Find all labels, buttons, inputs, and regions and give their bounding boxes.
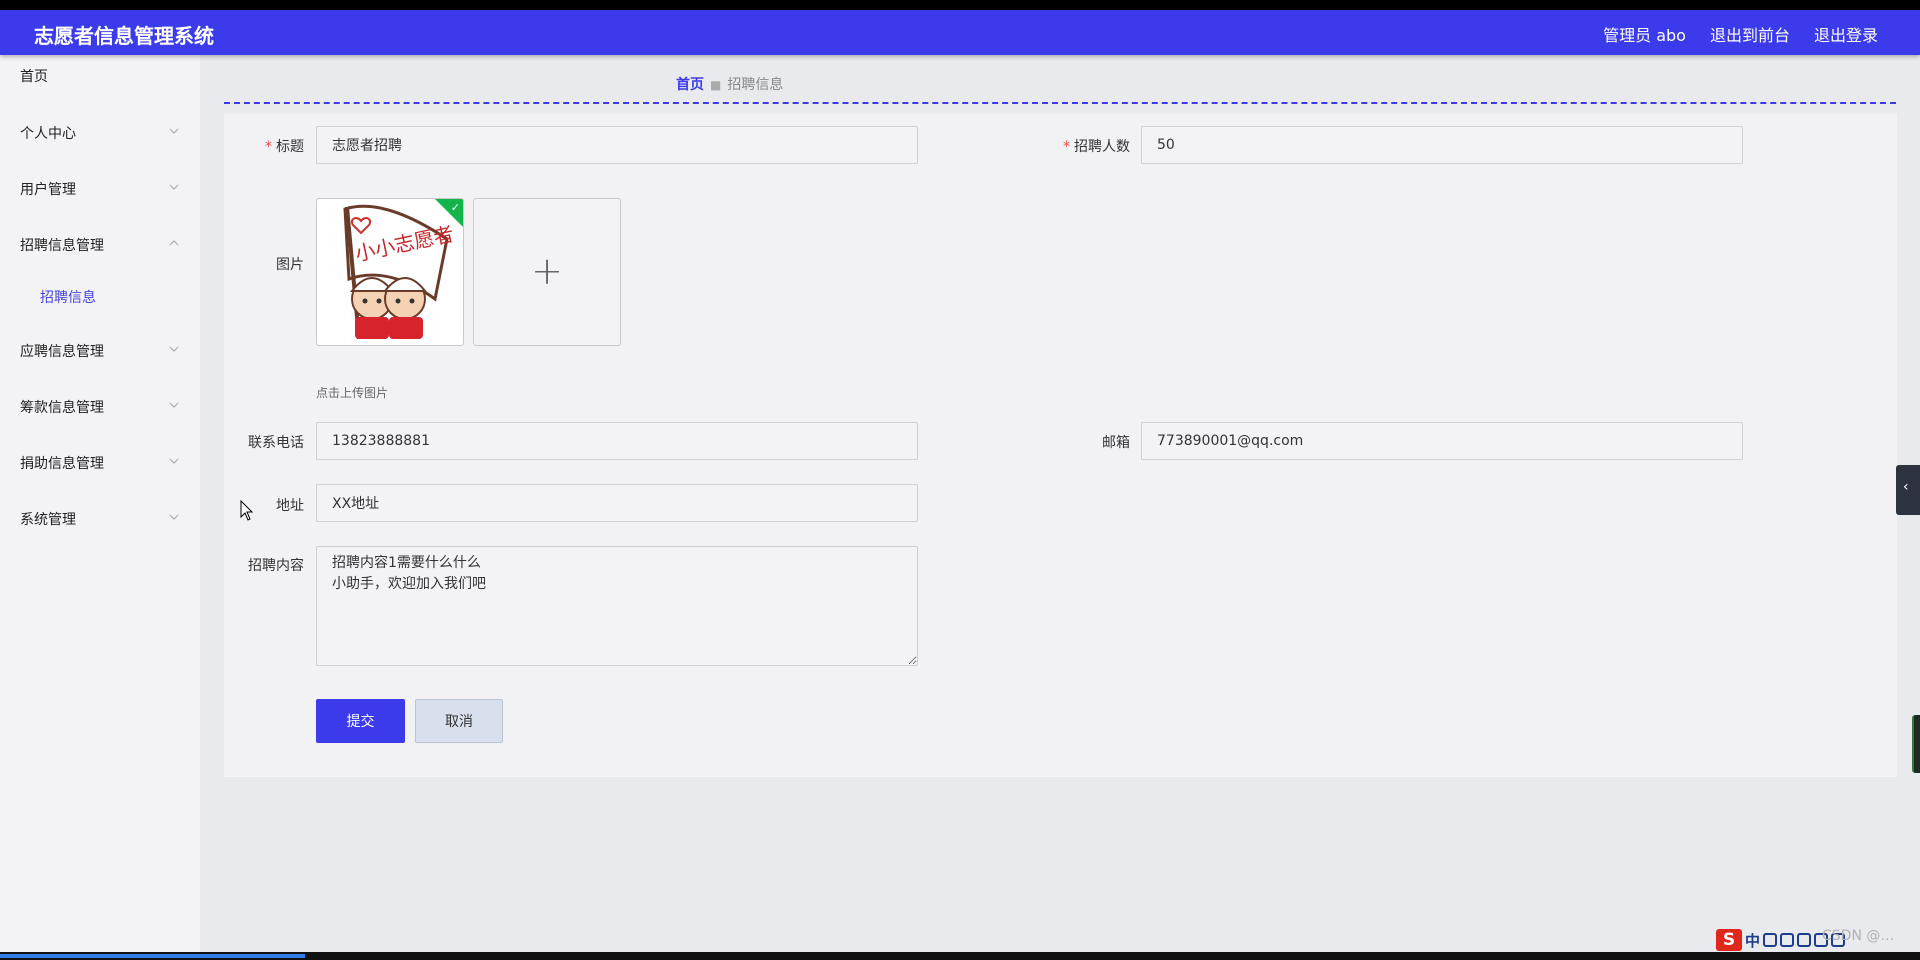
sidebar-item-home[interactable]: 首页: [0, 56, 200, 96]
exit-to-front-link[interactable]: 退出到前台: [1710, 22, 1790, 46]
address-input[interactable]: [316, 484, 918, 522]
content-label: 招聘内容: [248, 558, 304, 574]
content-textarea[interactable]: 招聘内容1需要什么什么 小助手，欢迎加入我们吧: [316, 546, 918, 666]
check-icon: ✓: [450, 201, 460, 214]
image-label: 图片: [276, 257, 304, 273]
ime-language-label[interactable]: 中: [1745, 930, 1760, 951]
sidebar-item-recruit-management[interactable]: 招聘信息管理: [0, 225, 200, 265]
phone-input[interactable]: [316, 422, 918, 460]
submit-button[interactable]: 提交: [316, 699, 405, 743]
title-input[interactable]: [316, 126, 918, 164]
progress-fill: [0, 954, 305, 958]
bottom-progress-bar: [0, 952, 1920, 960]
sidebar-item-donation-management[interactable]: 捐助信息管理: [0, 443, 200, 483]
breadcrumb-divider: [224, 102, 1896, 104]
address-label: 地址: [276, 498, 304, 514]
top-header: 志愿者信息管理系统 管理员 abo 退出到前台 退出登录: [0, 10, 1920, 55]
sidebar-item-fundraising-management[interactable]: 筹款信息管理: [0, 387, 200, 427]
sidebar-item-label: 用户管理: [20, 182, 76, 198]
count-label: * 招聘人数: [1030, 136, 1130, 156]
sidebar-item-label: 首页: [20, 69, 48, 85]
sogou-logo-icon: S: [1716, 929, 1742, 951]
chevron-down-icon: [169, 128, 179, 134]
admin-user-label: 管理员 abo: [1603, 26, 1686, 45]
breadcrumb-separator-icon: ■: [710, 78, 722, 92]
chevron-down-icon: [169, 402, 179, 408]
sidebar-item-label: 招聘信息管理: [20, 238, 104, 254]
chevron-left-icon: ‹: [1903, 479, 1909, 495]
email-input[interactable]: [1141, 422, 1743, 460]
sidebar-item-label: 筹款信息管理: [20, 400, 104, 416]
chevron-up-icon: [169, 240, 179, 246]
uploaded-image-thumbnail[interactable]: 小小志愿者 ✓: [316, 198, 464, 346]
chevron-down-icon: [169, 346, 179, 352]
chevron-down-icon: [169, 514, 179, 520]
plus-icon: +: [531, 249, 563, 294]
sidebar-item-application-management[interactable]: 应聘信息管理: [0, 331, 200, 371]
email-label: 邮箱: [1102, 435, 1130, 451]
phone-label: 联系电话: [248, 435, 304, 451]
sidebar-subitem-recruit-info[interactable]: 招聘信息: [0, 277, 200, 317]
cancel-button[interactable]: 取消: [415, 699, 503, 743]
ime-option-icon[interactable]: [1797, 933, 1812, 947]
app-window: 志愿者信息管理系统 管理员 abo 退出到前台 退出登录 首页 个人中心 用户管…: [0, 10, 1920, 952]
ime-option-icon[interactable]: [1780, 933, 1795, 947]
breadcrumb-current: 招聘信息: [727, 77, 784, 93]
sidebar-item-personal-center[interactable]: 个人中心: [0, 113, 200, 153]
recruit-count-input[interactable]: [1141, 126, 1743, 164]
ime-option-icon[interactable]: [1763, 933, 1778, 947]
mouse-cursor-icon: [240, 500, 254, 521]
chevron-down-icon: [169, 184, 179, 190]
image-upload-button[interactable]: +: [473, 198, 621, 346]
watermark: CSDN @…: [1822, 928, 1895, 944]
required-mark: *: [1063, 139, 1070, 155]
breadcrumb-home-link[interactable]: 首页: [676, 77, 704, 93]
sidebar-item-label: 招聘信息: [40, 290, 96, 306]
required-mark: *: [265, 139, 272, 155]
sidebar-item-label: 捐助信息管理: [20, 456, 104, 472]
collapse-panel-tab[interactable]: ‹: [1896, 465, 1920, 515]
upload-hint: 点击上传图片: [316, 386, 389, 400]
logout-link[interactable]: 退出登录: [1814, 22, 1878, 46]
title-label: * 标题: [224, 136, 304, 156]
title-label-text: 标题: [276, 139, 304, 155]
count-label-text: 招聘人数: [1074, 139, 1130, 155]
sidebar-item-label: 个人中心: [20, 126, 76, 142]
sidebar-item-label: 应聘信息管理: [20, 344, 104, 360]
chevron-down-icon: [169, 458, 179, 464]
sidebar-item-label: 系统管理: [20, 512, 76, 528]
app-title: 志愿者信息管理系统: [34, 24, 214, 48]
sidebar-item-system-management[interactable]: 系统管理: [0, 499, 200, 539]
breadcrumb: 首页 ■ 招聘信息: [676, 74, 783, 94]
sidebar-item-user-management[interactable]: 用户管理: [0, 169, 200, 209]
sidebar: 首页 个人中心 用户管理 招聘信息管理 招聘信息 应聘信息管理 筹款信息管理 捐…: [0, 55, 200, 952]
side-panel-handle[interactable]: [1912, 715, 1920, 773]
